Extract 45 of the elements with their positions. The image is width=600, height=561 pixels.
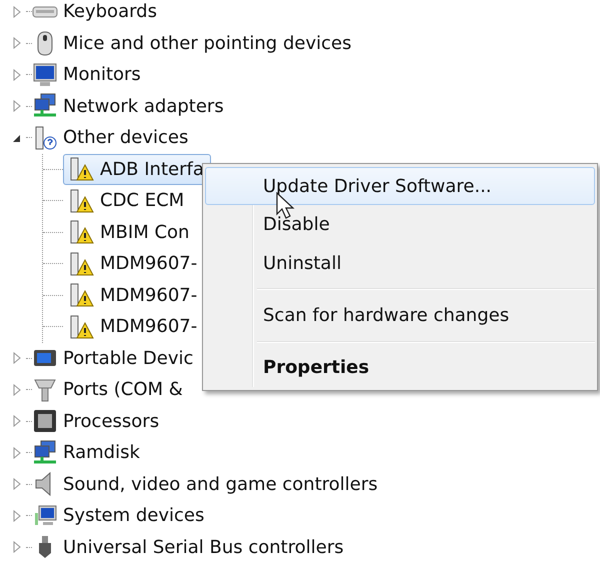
tree-item[interactable]: Processors — [58, 406, 166, 437]
warning-device-icon — [68, 282, 94, 308]
tree-item[interactable]: Mice and other pointing devices — [58, 28, 358, 59]
tree-item[interactable]: Ports (COM & — [58, 374, 190, 406]
expand-arrow-icon[interactable] — [12, 100, 22, 112]
tree-item[interactable]: Sound, video and game controllers — [58, 468, 385, 500]
network-icon — [32, 93, 58, 120]
port-icon — [32, 376, 58, 403]
monitor-icon — [32, 62, 58, 88]
menu-item[interactable]: Disable — [205, 205, 595, 244]
tree-item[interactable]: MBIM Con — [63, 216, 196, 248]
menu-item[interactable]: Update Driver Software... — [205, 167, 595, 206]
menu-item[interactable]: Uninstall — [205, 244, 595, 282]
expand-arrow-icon[interactable] — [12, 384, 22, 396]
tree-item[interactable]: Other devices — [58, 122, 196, 154]
tree-item[interactable]: Ramdisk — [58, 437, 147, 468]
expand-arrow-icon[interactable] — [12, 37, 22, 50]
menu-item[interactable]: Scan for hardware changes — [205, 296, 595, 335]
tree-item[interactable]: Portable Devic — [58, 342, 200, 374]
tree-item[interactable]: MDM9607- — [63, 311, 204, 342]
warning-device-icon — [68, 219, 94, 246]
tree-item[interactable]: ADB Interfa — [63, 154, 211, 185]
expand-arrow-icon[interactable] — [12, 68, 22, 81]
expand-arrow-icon[interactable] — [12, 446, 22, 459]
expand-arrow-icon[interactable] — [12, 541, 22, 554]
warning-device-icon — [68, 188, 94, 214]
processor-icon — [32, 408, 58, 434]
warning-device-icon — [68, 156, 94, 182]
expand-arrow-icon[interactable] — [12, 6, 22, 18]
tree-item[interactable]: MDM9607- — [63, 280, 204, 311]
tree-item[interactable]: Universal Serial Bus controllers — [58, 532, 351, 561]
warning-device-icon — [68, 250, 94, 277]
menu-item[interactable]: Properties — [205, 348, 595, 388]
tree-item[interactable]: CDC ECM — [63, 185, 192, 216]
expand-arrow-icon[interactable] — [12, 478, 22, 490]
expand-arrow-icon[interactable] — [12, 510, 22, 522]
warning-device-icon — [68, 314, 94, 340]
tree-item[interactable]: MDM9607- — [63, 248, 204, 280]
expand-arrow-icon[interactable] — [12, 415, 22, 428]
network-icon — [32, 440, 58, 466]
tree-item[interactable]: Network adapters — [58, 90, 231, 122]
expand-arrow-icon[interactable] — [12, 352, 22, 364]
tree-item[interactable]: Keyboards — [58, 0, 164, 28]
tree-item[interactable]: System devices — [58, 500, 212, 532]
tree-item[interactable]: Monitors — [58, 59, 148, 90]
